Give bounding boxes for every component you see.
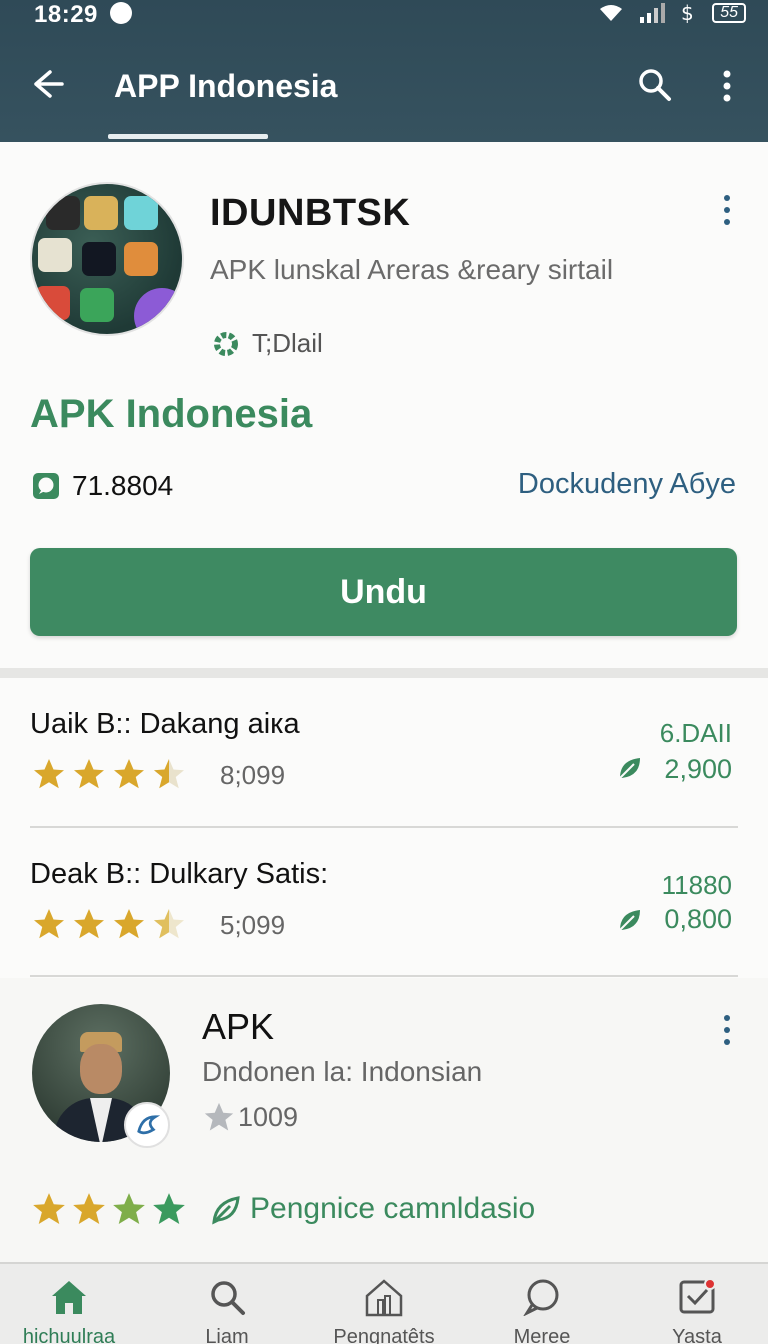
half-star-icon <box>154 909 184 939</box>
star-icon <box>204 1102 234 1131</box>
app-tile <box>38 238 72 272</box>
bottom-navigation: hichuulraa Liam Pengnatêts Meree Yasta <box>0 1262 768 1344</box>
leaf-icon <box>619 910 640 931</box>
app-header-card: IDUNBTSK APK lunskal Areras &reary sirta… <box>0 142 768 672</box>
nav-label: Liam <box>205 1326 249 1344</box>
home-icon <box>52 1281 86 1314</box>
leaf-icon <box>212 1196 240 1225</box>
review-title: Deak B:: Dulkary Satis: <box>30 858 329 890</box>
back-arrow-icon[interactable] <box>28 64 68 104</box>
chat-icon <box>523 1279 559 1316</box>
tab-indicator <box>108 134 268 139</box>
star-icon <box>74 759 104 789</box>
data-icon: $ <box>681 2 694 24</box>
app-tile <box>84 196 118 230</box>
battery-icon: 55 <box>712 3 746 23</box>
app-subtitle: APK lunskal Areras &reary sirtail <box>210 254 614 285</box>
app-tile <box>124 196 158 230</box>
star-icon <box>153 1193 185 1225</box>
star-icon <box>73 1193 105 1225</box>
app-tile <box>82 242 116 276</box>
nav-label: Yasta <box>672 1326 722 1344</box>
install-button[interactable]: Undu <box>30 548 737 636</box>
app-tile <box>46 196 80 230</box>
nav-label: hichuulraa <box>22 1326 116 1344</box>
gear-icon <box>214 332 238 356</box>
star-icon <box>114 909 144 939</box>
publisher-star-rating <box>30 1190 188 1228</box>
signal-icon <box>640 3 666 23</box>
app-tile <box>36 286 70 320</box>
recommendation-text[interactable]: Pengnice camnldasio <box>250 1192 535 1226</box>
status-icons: $ 55 <box>598 2 746 24</box>
review-value-top: 6.DAII <box>659 718 732 748</box>
review-value-bottom: 2,900 <box>664 754 732 784</box>
search-icon <box>211 1281 245 1315</box>
more-vert-icon[interactable] <box>714 68 740 104</box>
nav-item-home[interactable]: hichuulraa <box>0 1264 144 1344</box>
divider <box>30 975 738 977</box>
nav-item-search[interactable]: Liam <box>152 1264 302 1344</box>
star-icon <box>114 759 144 789</box>
app-icon[interactable] <box>30 182 184 336</box>
review-row[interactable]: Deak B:: Dulkary Satis: 5;099 11880 0,80… <box>0 828 768 978</box>
star-icon <box>33 1193 65 1225</box>
review-count: 5;099 <box>220 910 286 940</box>
apps-icon <box>365 1279 403 1317</box>
nav-item-apps[interactable]: Pengnatêts <box>309 1264 459 1344</box>
more-vert-icon[interactable] <box>714 192 740 228</box>
nav-item-tasks[interactable]: Yasta <box>622 1264 768 1344</box>
avatar-face <box>80 1044 122 1094</box>
nav-label: Pengnatêts <box>333 1326 435 1344</box>
review-count: 8;099 <box>220 760 286 790</box>
page-title: APP Indonesia <box>114 68 338 104</box>
star-rating <box>30 906 188 942</box>
nav-item-chat[interactable]: Meree <box>467 1264 617 1344</box>
section-divider <box>0 668 768 678</box>
status-time: 18:29 <box>34 1 98 28</box>
publisher-name: APK <box>202 1006 275 1047</box>
publisher-rating: 1009 <box>238 1102 299 1132</box>
star-icon <box>74 909 104 939</box>
app-tile <box>80 288 114 322</box>
search-icon[interactable] <box>636 66 672 102</box>
half-star-icon <box>154 759 184 789</box>
status-bar: 18:29 $ 55 <box>0 0 768 34</box>
download-count: 71.8804 <box>72 470 174 501</box>
notification-icon <box>110 2 132 24</box>
app-badge-icon <box>134 288 182 334</box>
top-app-bar: 18:29 $ 55 APP Indonesia <box>0 0 768 142</box>
star-icon <box>34 909 64 939</box>
chat-bubble-icon <box>33 473 59 499</box>
star-icon <box>113 1193 145 1225</box>
review-value-bottom: 0,800 <box>664 904 732 934</box>
publisher-subtitle: Dndonen la: Indonsian <box>202 1056 483 1087</box>
leaf-icon <box>619 758 640 779</box>
review-value-top: 11880 <box>661 870 732 900</box>
nav-label: Meree <box>513 1326 571 1344</box>
more-vert-icon[interactable] <box>714 1012 740 1048</box>
wifi-icon <box>600 5 623 21</box>
svg-text:$: $ <box>681 2 694 24</box>
app-tag: T;Dlail <box>252 328 323 358</box>
app-name: IDUNBTSK <box>210 192 411 234</box>
brand-name: APK Indonesia <box>30 392 313 436</box>
app-tile <box>124 242 158 276</box>
review-title: Uaik B:: Dakang aiка <box>30 708 300 740</box>
developer-link[interactable]: Dockudeny Aбye <box>518 468 736 501</box>
star-rating <box>30 756 188 792</box>
notification-dot <box>704 1278 716 1290</box>
edit-badge-icon <box>124 1102 170 1148</box>
review-row[interactable]: Uaik B:: Dakang aiка 8;099 6.DAII 2,900 <box>0 678 768 828</box>
star-icon <box>34 759 64 789</box>
